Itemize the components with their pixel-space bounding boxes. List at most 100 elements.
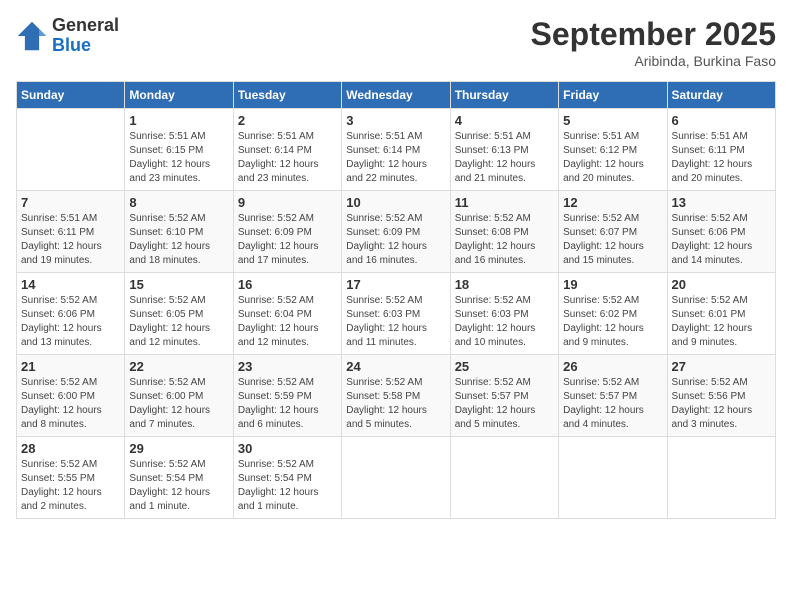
day-info: Sunrise: 5:52 AM Sunset: 6:10 PM Dayligh… xyxy=(129,212,228,268)
day-number: 5 xyxy=(563,113,662,128)
calendar-cell: 26 Sunrise: 5:52 AM Sunset: 5:57 PM Dayli… xyxy=(559,355,667,437)
day-info: Sunrise: 5:52 AM Sunset: 5:56 PM Dayligh… xyxy=(672,376,771,432)
calendar-cell: 16Sunrise: 5:52 AM Sunset: 6:04 PM Dayli… xyxy=(233,273,341,355)
weekday-header: Tuesday xyxy=(233,82,341,109)
day-info: Sunrise: 5:52 AM Sunset: 6:02 PM Dayligh… xyxy=(563,294,662,350)
day-info: Sunrise: 5:52 AM Sunset: 5:59 PM Dayligh… xyxy=(238,376,337,432)
day-info: Sunrise: 5:52 AM Sunset: 5:54 PM Dayligh… xyxy=(129,458,228,514)
calendar-cell: 8 Sunrise: 5:52 AM Sunset: 6:10 PM Daylig… xyxy=(125,191,233,273)
month-title: September 2025 xyxy=(531,16,776,53)
logo: General Blue xyxy=(16,16,119,56)
calendar-cell: 20 Sunrise: 5:52 AM Sunset: 6:01 PM Dayli… xyxy=(667,273,775,355)
day-number: 21 xyxy=(21,359,120,374)
day-number: 29 xyxy=(129,441,228,456)
day-number: 18 xyxy=(455,277,554,292)
day-number: 15 xyxy=(129,277,228,292)
weekday-header: Friday xyxy=(559,82,667,109)
calendar-cell xyxy=(342,437,450,519)
calendar-week-row: 1Sunrise: 5:51 AM Sunset: 6:15 PM Daylig… xyxy=(17,109,776,191)
day-info: Sunrise: 5:51 AM Sunset: 6:14 PM Dayligh… xyxy=(238,130,337,186)
calendar-table: SundayMondayTuesdayWednesdayThursdayFrid… xyxy=(16,81,776,519)
calendar-cell: 15Sunrise: 5:52 AM Sunset: 6:05 PM Dayli… xyxy=(125,273,233,355)
calendar-cell: 21 Sunrise: 5:52 AM Sunset: 6:00 PM Dayli… xyxy=(17,355,125,437)
day-info: Sunrise: 5:52 AM Sunset: 6:08 PM Dayligh… xyxy=(455,212,554,268)
calendar-week-row: 14 Sunrise: 5:52 AM Sunset: 6:06 PM Dayli… xyxy=(17,273,776,355)
day-info: Sunrise: 5:52 AM Sunset: 5:54 PM Dayligh… xyxy=(238,458,337,514)
calendar-week-row: 28Sunrise: 5:52 AM Sunset: 5:55 PM Dayli… xyxy=(17,437,776,519)
calendar-cell: 17 Sunrise: 5:52 AM Sunset: 6:03 PM Dayli… xyxy=(342,273,450,355)
calendar-cell: 24Sunrise: 5:52 AM Sunset: 5:58 PM Dayli… xyxy=(342,355,450,437)
day-info: Sunrise: 5:52 AM Sunset: 6:06 PM Dayligh… xyxy=(21,294,120,350)
day-number: 27 xyxy=(672,359,771,374)
calendar-cell: 29 Sunrise: 5:52 AM Sunset: 5:54 PM Dayli… xyxy=(125,437,233,519)
calendar-cell xyxy=(17,109,125,191)
day-number: 20 xyxy=(672,277,771,292)
day-info: Sunrise: 5:52 AM Sunset: 5:58 PM Dayligh… xyxy=(346,376,445,432)
calendar-cell: 18 Sunrise: 5:52 AM Sunset: 6:03 PM Dayli… xyxy=(450,273,558,355)
day-info: Sunrise: 5:52 AM Sunset: 5:55 PM Dayligh… xyxy=(21,458,120,514)
calendar-cell: 25 Sunrise: 5:52 AM Sunset: 5:57 PM Dayli… xyxy=(450,355,558,437)
calendar-cell: 5 Sunrise: 5:51 AM Sunset: 6:12 PM Daylig… xyxy=(559,109,667,191)
day-number: 2 xyxy=(238,113,337,128)
day-number: 9 xyxy=(238,195,337,210)
logo-icon xyxy=(16,20,48,52)
day-number: 25 xyxy=(455,359,554,374)
calendar-cell xyxy=(667,437,775,519)
day-info: Sunrise: 5:52 AM Sunset: 6:03 PM Dayligh… xyxy=(346,294,445,350)
day-number: 30 xyxy=(238,441,337,456)
day-number: 23 xyxy=(238,359,337,374)
calendar-week-row: 21 Sunrise: 5:52 AM Sunset: 6:00 PM Dayli… xyxy=(17,355,776,437)
day-number: 12 xyxy=(563,195,662,210)
calendar-cell: 12 Sunrise: 5:52 AM Sunset: 6:07 PM Dayli… xyxy=(559,191,667,273)
day-info: Sunrise: 5:52 AM Sunset: 6:03 PM Dayligh… xyxy=(455,294,554,350)
day-info: Sunrise: 5:51 AM Sunset: 6:11 PM Dayligh… xyxy=(21,212,120,268)
weekday-header-row: SundayMondayTuesdayWednesdayThursdayFrid… xyxy=(17,82,776,109)
calendar-cell: 11 Sunrise: 5:52 AM Sunset: 6:08 PM Dayli… xyxy=(450,191,558,273)
weekday-header: Saturday xyxy=(667,82,775,109)
calendar-cell: 7Sunrise: 5:51 AM Sunset: 6:11 PM Daylig… xyxy=(17,191,125,273)
page-header: General Blue September 2025 Aribinda, Bu… xyxy=(16,16,776,69)
calendar-cell: 27 Sunrise: 5:52 AM Sunset: 5:56 PM Dayli… xyxy=(667,355,775,437)
day-info: Sunrise: 5:52 AM Sunset: 6:00 PM Dayligh… xyxy=(129,376,228,432)
day-number: 11 xyxy=(455,195,554,210)
calendar-cell: 22Sunrise: 5:52 AM Sunset: 6:00 PM Dayli… xyxy=(125,355,233,437)
day-info: Sunrise: 5:52 AM Sunset: 6:09 PM Dayligh… xyxy=(238,212,337,268)
day-info: Sunrise: 5:52 AM Sunset: 6:06 PM Dayligh… xyxy=(672,212,771,268)
calendar-cell: 19Sunrise: 5:52 AM Sunset: 6:02 PM Dayli… xyxy=(559,273,667,355)
calendar-cell: 3 Sunrise: 5:51 AM Sunset: 6:14 PM Daylig… xyxy=(342,109,450,191)
logo-general-text: General xyxy=(52,15,119,35)
day-number: 3 xyxy=(346,113,445,128)
day-number: 6 xyxy=(672,113,771,128)
day-number: 10 xyxy=(346,195,445,210)
day-info: Sunrise: 5:52 AM Sunset: 6:07 PM Dayligh… xyxy=(563,212,662,268)
day-number: 14 xyxy=(21,277,120,292)
day-number: 17 xyxy=(346,277,445,292)
day-info: Sunrise: 5:51 AM Sunset: 6:12 PM Dayligh… xyxy=(563,130,662,186)
calendar-cell: 1Sunrise: 5:51 AM Sunset: 6:15 PM Daylig… xyxy=(125,109,233,191)
calendar-cell: 4 Sunrise: 5:51 AM Sunset: 6:13 PM Daylig… xyxy=(450,109,558,191)
calendar-cell: 30 Sunrise: 5:52 AM Sunset: 5:54 PM Dayli… xyxy=(233,437,341,519)
day-info: Sunrise: 5:52 AM Sunset: 6:01 PM Dayligh… xyxy=(672,294,771,350)
weekday-header: Monday xyxy=(125,82,233,109)
weekday-header: Sunday xyxy=(17,82,125,109)
day-number: 26 xyxy=(563,359,662,374)
day-info: Sunrise: 5:51 AM Sunset: 6:13 PM Dayligh… xyxy=(455,130,554,186)
logo-blue-text: Blue xyxy=(52,35,91,55)
day-number: 8 xyxy=(129,195,228,210)
calendar-cell: 2 Sunrise: 5:51 AM Sunset: 6:14 PM Daylig… xyxy=(233,109,341,191)
calendar-cell: 9 Sunrise: 5:52 AM Sunset: 6:09 PM Daylig… xyxy=(233,191,341,273)
calendar-week-row: 7Sunrise: 5:51 AM Sunset: 6:11 PM Daylig… xyxy=(17,191,776,273)
day-info: Sunrise: 5:51 AM Sunset: 6:15 PM Dayligh… xyxy=(129,130,228,186)
calendar-cell: 10Sunrise: 5:52 AM Sunset: 6:09 PM Dayli… xyxy=(342,191,450,273)
day-number: 4 xyxy=(455,113,554,128)
location-text: Aribinda, Burkina Faso xyxy=(531,53,776,69)
day-info: Sunrise: 5:52 AM Sunset: 5:57 PM Dayligh… xyxy=(455,376,554,432)
calendar-cell xyxy=(559,437,667,519)
day-number: 16 xyxy=(238,277,337,292)
title-block: September 2025 Aribinda, Burkina Faso xyxy=(531,16,776,69)
day-info: Sunrise: 5:52 AM Sunset: 6:00 PM Dayligh… xyxy=(21,376,120,432)
weekday-header: Wednesday xyxy=(342,82,450,109)
day-number: 13 xyxy=(672,195,771,210)
day-info: Sunrise: 5:51 AM Sunset: 6:14 PM Dayligh… xyxy=(346,130,445,186)
day-info: Sunrise: 5:52 AM Sunset: 5:57 PM Dayligh… xyxy=(563,376,662,432)
